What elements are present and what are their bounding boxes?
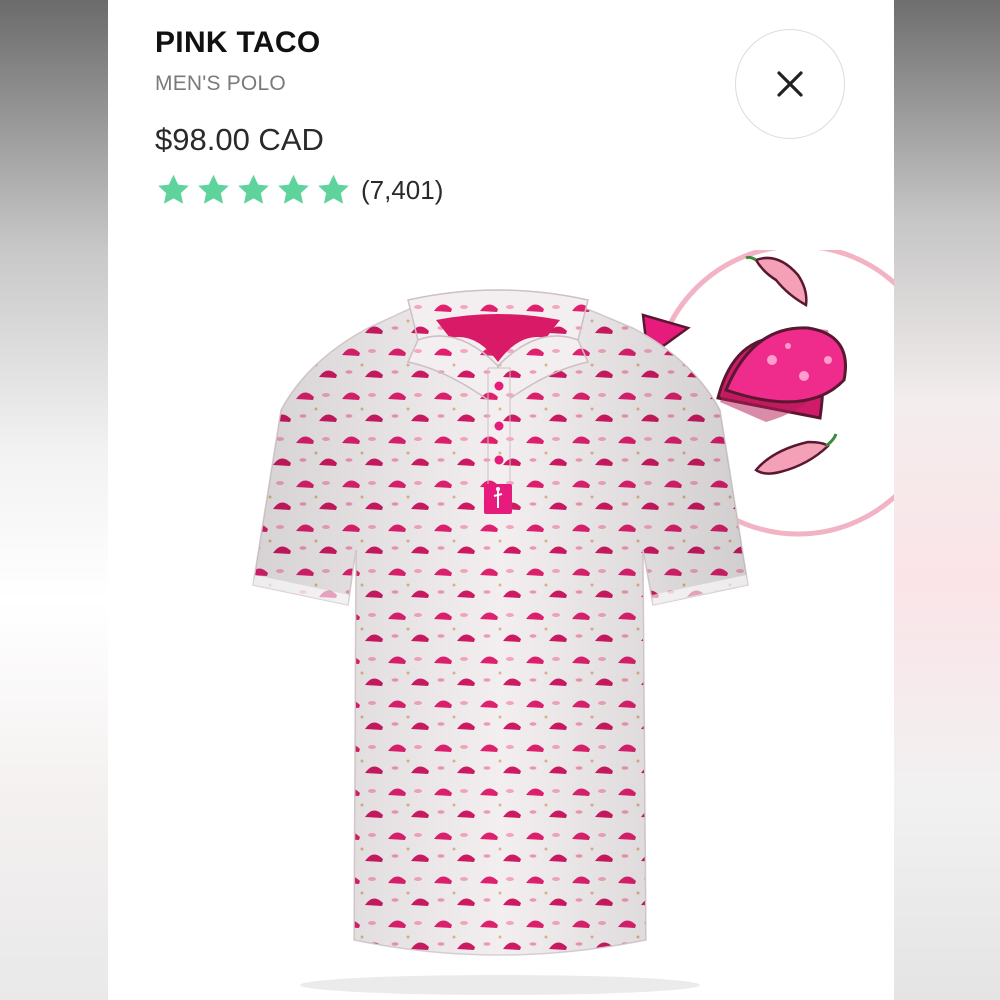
star-icon	[238, 174, 269, 204]
product-category: MEN'S POLO	[155, 72, 286, 95]
background-right	[894, 0, 1000, 1000]
close-button[interactable]	[735, 29, 845, 139]
close-icon	[777, 71, 803, 97]
star-icon	[198, 174, 229, 204]
star-icon	[158, 174, 189, 204]
product-title: PINK TACO	[155, 26, 321, 59]
star-rating	[155, 172, 352, 208]
star-icon	[318, 174, 349, 204]
rating[interactable]: (7,401)	[155, 172, 443, 208]
polo-shirt	[252, 289, 749, 995]
product-card: PINK TACO MEN'S POLO $98.00 CAD (7,401)	[108, 0, 894, 1000]
star-icon	[278, 174, 309, 204]
product-price: $98.00 CAD	[155, 122, 324, 157]
review-count[interactable]: (7,401)	[361, 175, 443, 206]
product-image	[252, 250, 894, 995]
background-left	[0, 0, 108, 1000]
